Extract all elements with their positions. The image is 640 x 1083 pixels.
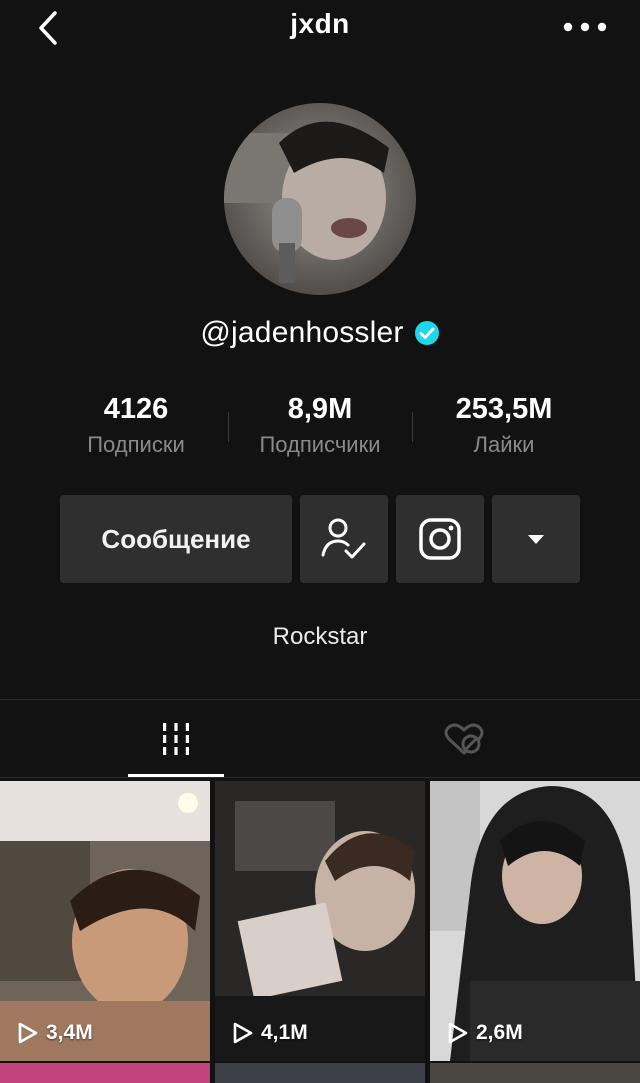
- more-options-button[interactable]: [560, 12, 610, 42]
- more-horizontal-icon: [563, 22, 607, 32]
- grid-icon: [163, 723, 189, 755]
- hidden-heart-icon: [444, 723, 484, 755]
- following-stat[interactable]: 4126 Подписки: [46, 388, 226, 460]
- caret-down-icon: [528, 534, 544, 544]
- view-count: 3,4M: [18, 1021, 93, 1045]
- verified-badge-icon: [414, 321, 439, 345]
- play-icon: [18, 1022, 38, 1044]
- message-button-label: Сообщение: [101, 523, 251, 554]
- video-thumbnail-image: [430, 781, 640, 1061]
- top-bar: jxdn: [0, 0, 640, 56]
- video-thumbnail[interactable]: [430, 1063, 640, 1083]
- tab-videos[interactable]: [16, 700, 336, 778]
- following-count: 4126: [103, 393, 169, 425]
- view-count: 2,6M: [448, 1021, 523, 1045]
- profile-stats: 4126 Подписки 8,9M Подписчики 253,5M Лай…: [0, 388, 640, 468]
- tabs-bottom-divider: [0, 777, 640, 778]
- avatar[interactable]: [224, 103, 416, 295]
- view-count: 4,1M: [233, 1021, 308, 1045]
- likes-stat[interactable]: 253,5M Лайки: [414, 388, 594, 460]
- followers-stat[interactable]: 8,9M Подписчики: [230, 388, 410, 460]
- likes-label: Лайки: [473, 432, 535, 457]
- view-count-text: 4,1M: [261, 1021, 308, 1044]
- video-thumbnail[interactable]: [215, 1063, 425, 1083]
- tab-liked[interactable]: [304, 700, 624, 778]
- video-thumbnail-image: [215, 781, 425, 1061]
- video-thumbnail-image: [0, 781, 210, 1061]
- user-check-icon: [321, 518, 366, 559]
- profile-bio: Rockstar: [272, 623, 368, 650]
- video-thumbnail[interactable]: 2,6M: [430, 781, 640, 1061]
- username: @jadenhossler: [200, 316, 404, 349]
- likes-count: 253,5M: [455, 393, 553, 425]
- stat-divider: [228, 412, 229, 442]
- message-button[interactable]: Сообщение: [60, 495, 292, 583]
- following-label: Подписки: [87, 432, 185, 457]
- followers-count: 8,9M: [287, 393, 353, 425]
- video-grid: 3,4M 4,1M 2,6M: [0, 781, 640, 1083]
- instagram-icon: [419, 518, 461, 560]
- view-count-text: 3,4M: [46, 1021, 93, 1044]
- following-button[interactable]: [300, 495, 388, 583]
- video-thumbnail[interactable]: 3,4M: [0, 781, 210, 1061]
- video-thumbnail[interactable]: [0, 1063, 210, 1083]
- instagram-button[interactable]: [396, 495, 484, 583]
- stat-divider: [412, 412, 413, 442]
- page-title: jxdn: [290, 8, 350, 39]
- avatar-image: [224, 103, 416, 295]
- suggestions-dropdown-button[interactable]: [492, 495, 580, 583]
- play-icon: [233, 1022, 253, 1044]
- video-thumbnail[interactable]: 4,1M: [215, 781, 425, 1061]
- followers-label: Подписчики: [259, 432, 381, 457]
- username-row: @jadenhossler: [0, 316, 640, 350]
- view-count-text: 2,6M: [476, 1021, 523, 1044]
- play-icon: [448, 1022, 468, 1044]
